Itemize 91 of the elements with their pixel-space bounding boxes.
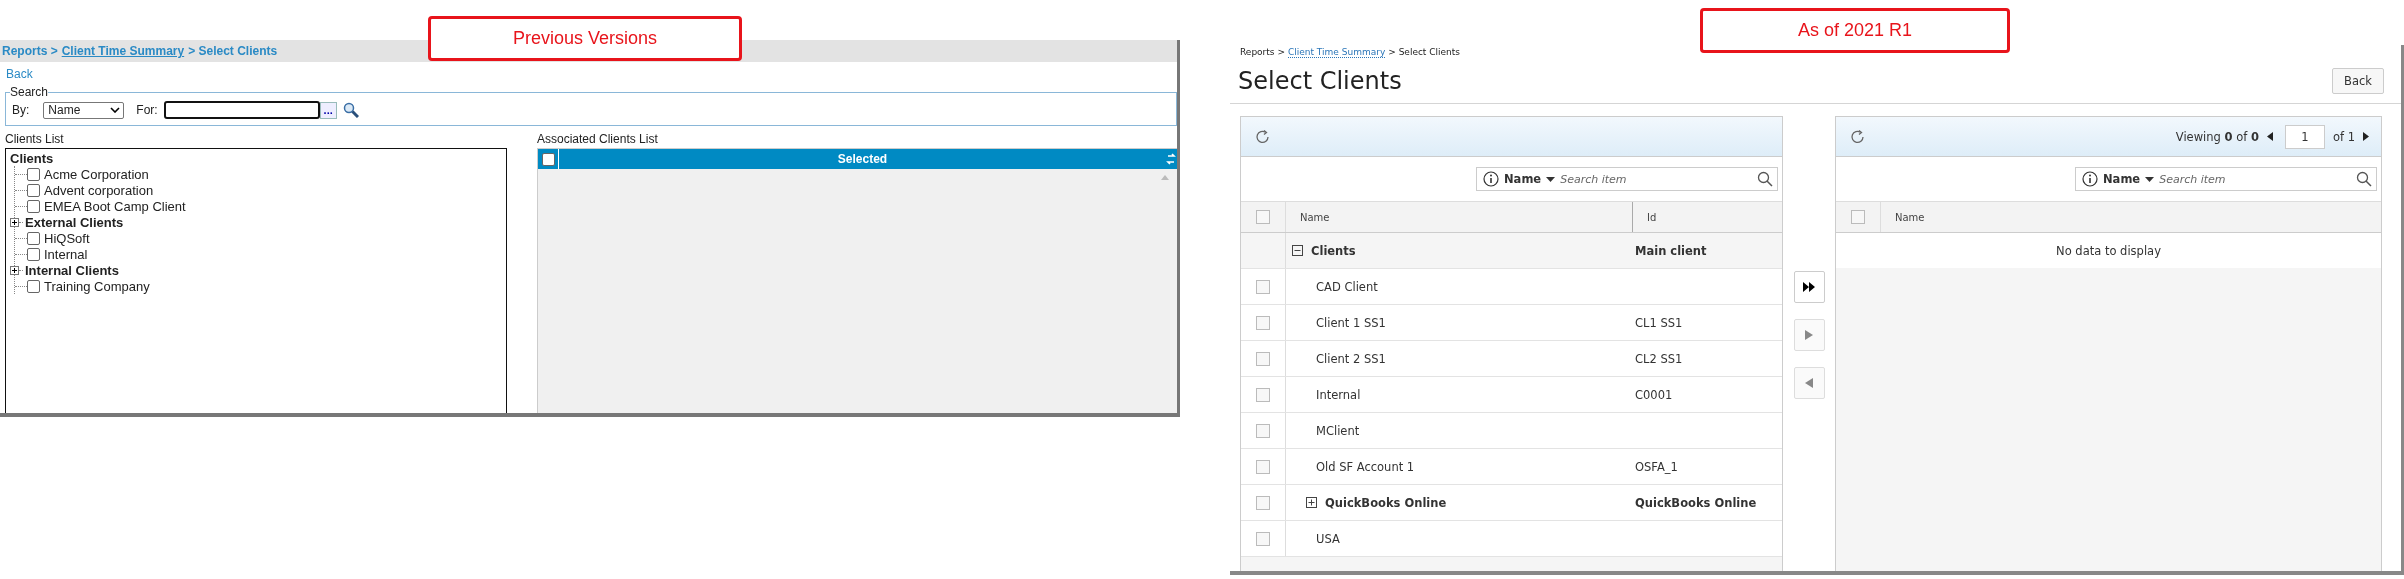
cell-text: Clients xyxy=(1311,243,1356,258)
breadcrumb-text: Reports > xyxy=(1240,47,1285,57)
checkbox[interactable] xyxy=(27,199,40,213)
search-box[interactable]: Name Search item xyxy=(1476,167,1778,191)
tree-item-label[interactable]: Internal xyxy=(44,246,88,262)
page-count: of 1 xyxy=(2332,129,2355,144)
checkbox[interactable] xyxy=(27,279,40,293)
caret-icon xyxy=(110,107,121,113)
move-button[interactable] xyxy=(1793,271,1825,303)
cell-text: Client 2 SS1 xyxy=(1316,351,1386,366)
cell-text: Main client xyxy=(1635,243,1707,258)
tree-item-label[interactable]: HiQSoft xyxy=(44,230,90,246)
checkbox[interactable] xyxy=(1256,423,1270,438)
caption-label: As of 2021 R1 xyxy=(1700,8,2010,53)
refresh-icon[interactable] xyxy=(1255,128,1271,145)
checkbox[interactable] xyxy=(541,152,555,166)
breadcrumb-text: > Select Clients xyxy=(1388,47,1460,57)
column-header[interactable]: Id xyxy=(1632,202,1782,232)
cell-text: QuickBooks Online xyxy=(1635,495,1757,510)
caption-label: Previous Versions xyxy=(428,16,742,61)
search-icon[interactable] xyxy=(2356,171,2372,187)
column-header[interactable]: Name xyxy=(1881,202,2381,232)
minus-box-icon[interactable] xyxy=(1292,245,1303,256)
pager-text: Viewing 0 of 0 xyxy=(2175,129,2259,144)
list-title: Associated Clients List xyxy=(537,132,659,148)
back-button[interactable]: Back xyxy=(2332,68,2384,94)
cell-text: CAD Client xyxy=(1316,279,1378,294)
checkbox[interactable] xyxy=(27,231,40,245)
info-icon xyxy=(2082,171,2098,187)
checkbox[interactable] xyxy=(1851,210,1865,224)
search-legend: Search xyxy=(10,85,49,99)
cell-text: C0001 xyxy=(1635,387,1673,402)
by-label: By: xyxy=(12,103,30,117)
search-field[interactable] xyxy=(163,101,320,119)
checkbox[interactable] xyxy=(1256,387,1270,402)
info-icon xyxy=(1483,171,1499,187)
cell-text: Client 1 SS1 xyxy=(1316,315,1386,330)
breadcrumb-link[interactable]: Client Time Summary xyxy=(1287,46,1386,58)
right-triangle-icon xyxy=(1805,330,1813,340)
tree-item-label[interactable]: Acme Corporation xyxy=(44,166,149,182)
cell-text: OSFA_1 xyxy=(1635,459,1678,474)
refresh-icon[interactable] xyxy=(1166,151,1176,167)
field-dropdown[interactable]: Name xyxy=(2103,172,2155,186)
tree-item-label[interactable]: Advent corporation xyxy=(44,182,154,198)
tree-item-label[interactable]: Training Company xyxy=(44,278,150,294)
checkbox[interactable] xyxy=(27,247,40,261)
checkbox[interactable] xyxy=(1256,459,1270,474)
checkbox[interactable] xyxy=(27,167,40,181)
checkbox[interactable] xyxy=(1256,495,1270,510)
list-title: Clients List xyxy=(5,132,65,148)
search-icon[interactable] xyxy=(1757,171,1773,187)
cell-text: CL1 SS1 xyxy=(1635,315,1683,330)
cell-text: QuickBooks Online xyxy=(1325,495,1447,510)
checkbox[interactable] xyxy=(1256,531,1270,546)
breadcrumb-text: > Select Clients xyxy=(188,44,278,58)
cell-text: Old SF Account 1 xyxy=(1316,459,1415,474)
tree-item-label[interactable]: EMEA Boot Camp Client xyxy=(44,198,186,214)
next-page-icon[interactable] xyxy=(2363,132,2369,141)
empty-message: No data to display xyxy=(2056,243,2161,258)
column-header: Selected xyxy=(836,152,889,166)
by-dropdown[interactable]: Name xyxy=(43,101,125,119)
cell-text: MClient xyxy=(1316,423,1360,438)
checkbox[interactable] xyxy=(1256,351,1270,366)
for-label: For: xyxy=(136,103,158,117)
tree-node-label[interactable]: Internal Clients xyxy=(25,262,119,278)
page-title: Select Clients xyxy=(1238,67,1402,95)
search-box[interactable]: Name Search item xyxy=(2075,167,2377,191)
page-field[interactable]: 1 xyxy=(2284,124,2325,149)
cell-text: Internal xyxy=(1316,387,1361,402)
checkbox[interactable] xyxy=(1256,279,1270,294)
column-header[interactable]: Name xyxy=(1286,202,1632,232)
plus-box-icon[interactable] xyxy=(1306,497,1317,508)
previous-page-icon[interactable] xyxy=(2266,132,2273,141)
plus-box-icon[interactable] xyxy=(10,217,19,227)
cell-text: CL2 SS1 xyxy=(1635,351,1683,366)
back-link[interactable]: Back xyxy=(6,67,33,81)
left-triangle-icon xyxy=(1805,378,1813,388)
tree-node-label[interactable]: External Clients xyxy=(25,214,124,230)
tree-node-label[interactable]: Clients xyxy=(10,150,54,166)
plus-box-icon[interactable] xyxy=(10,265,19,275)
double-arrow-icon xyxy=(1803,282,1815,292)
refresh-icon[interactable] xyxy=(1850,128,1866,145)
cell-text: USA xyxy=(1316,531,1340,546)
caret-icon xyxy=(1546,176,1556,182)
checkbox[interactable] xyxy=(1256,210,1270,224)
breadcrumb-text: Reports > xyxy=(2,44,58,58)
caret-icon xyxy=(2145,176,2155,182)
checkbox[interactable] xyxy=(27,183,40,197)
search-icon[interactable] xyxy=(342,102,359,118)
field-dropdown[interactable]: Name xyxy=(1504,172,1556,186)
checkbox[interactable] xyxy=(1256,315,1270,330)
